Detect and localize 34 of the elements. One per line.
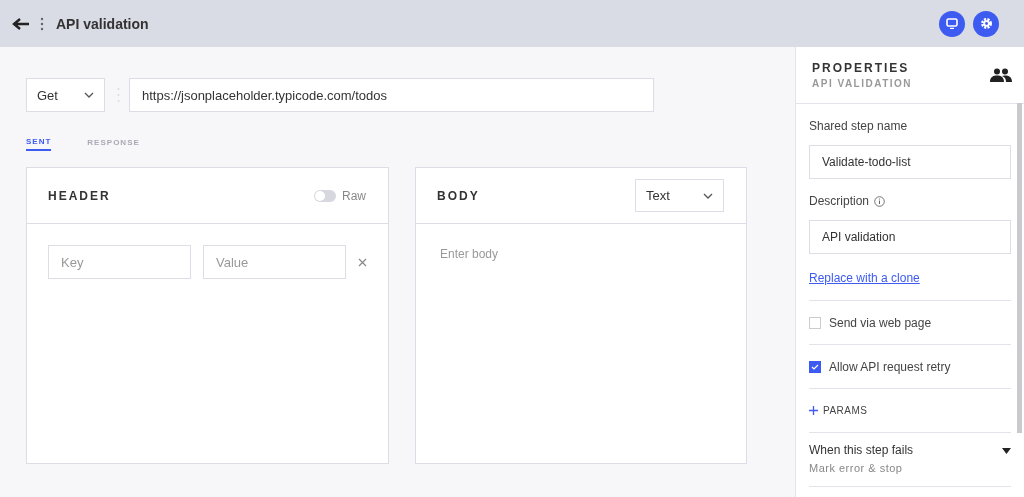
add-params-button[interactable]: PARAMS xyxy=(809,405,868,416)
failure-dropdown[interactable]: When this step fails Mark error & stop xyxy=(809,432,1011,487)
toggle-label: Raw xyxy=(342,188,366,203)
scrollbar[interactable] xyxy=(1017,103,1022,433)
plus-icon xyxy=(809,406,818,415)
key-field[interactable]: Key xyxy=(48,245,191,279)
checkbox-label: Send via web page xyxy=(829,315,932,330)
url-field[interactable]: https://jsonplaceholder.typicode.com/todos xyxy=(129,78,654,112)
replace-link[interactable]: Replace with a clone xyxy=(809,271,920,285)
field-label: Shared step name xyxy=(809,119,908,133)
text-field[interactable]: Validate-todo-list xyxy=(809,145,1011,179)
tab[interactable]: SENT xyxy=(26,136,52,151)
people-icon[interactable] xyxy=(990,68,1012,82)
checkbox[interactable] xyxy=(809,360,821,373)
close-icon[interactable] xyxy=(358,257,367,267)
value-field[interactable]: Value xyxy=(203,245,346,279)
page-title: API validation xyxy=(56,15,149,32)
text-field[interactable]: API validation xyxy=(809,220,1011,254)
panel-title: PROPERTIES xyxy=(812,61,911,75)
field-label: Description xyxy=(809,194,870,208)
method-dropdown[interactable]: Get xyxy=(26,78,105,112)
panel-subtitle: API VALIDATION xyxy=(812,78,914,89)
chevron-icon xyxy=(703,192,713,199)
checkmark-icon xyxy=(811,363,819,370)
caret-icon xyxy=(1002,448,1011,454)
checkbox-label: Allow API request retry xyxy=(829,359,951,374)
chevron-icon xyxy=(84,92,94,98)
more-options-icon[interactable] xyxy=(40,16,44,31)
format-dropdown[interactable]: Text xyxy=(635,179,724,212)
info-icon xyxy=(874,195,886,207)
raw-toggle[interactable] xyxy=(314,189,336,202)
back-arrow-icon[interactable] xyxy=(12,16,30,31)
panel-title: BODY xyxy=(437,188,481,203)
panel-title: HEADER xyxy=(48,188,112,203)
